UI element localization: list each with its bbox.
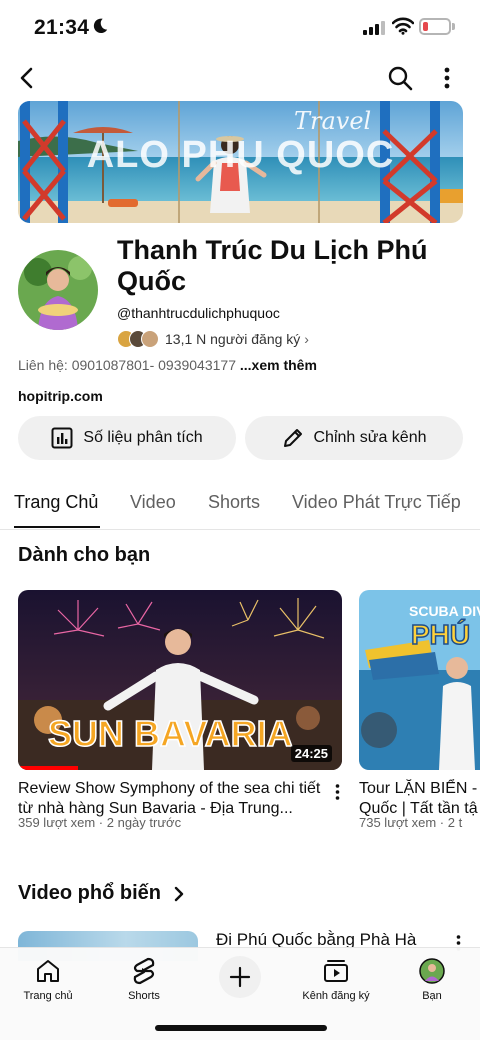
tab-shorts[interactable]: Shorts: [208, 492, 260, 513]
back-button[interactable]: [10, 58, 44, 98]
analytics-button[interactable]: Số liệu phân tích: [18, 416, 236, 460]
section-title-popular[interactable]: Video phổ biến: [18, 882, 187, 905]
thumbnail-text: PHÚ: [411, 619, 470, 650]
video-duration: 24:25: [290, 745, 332, 762]
chevron-right-icon: [174, 886, 184, 901]
analytics-label: Số liệu phân tích: [83, 429, 203, 446]
moon-icon: [93, 18, 108, 34]
back-icon: [20, 67, 33, 89]
subscriber-avatar-icon: [141, 330, 159, 348]
video-title[interactable]: Review Show Symphony of the sea chi tiết…: [18, 779, 324, 819]
edit-channel-button[interactable]: Chỉnh sửa kênh: [245, 416, 463, 460]
channel-name: Thanh Trúc Du Lịch Phú Quốc: [117, 235, 428, 296]
video-meta: 359 lượt xem · 2 ngày trước: [18, 815, 182, 830]
pencil-icon: [283, 429, 302, 447]
contact-text: Liên hệ: 0901087801- 0939043177: [18, 357, 236, 373]
channel-banner: ALO PHU QUOC Travel: [18, 101, 463, 223]
subscribers-row[interactable]: 13,1 N người đăng ký ›: [117, 329, 309, 349]
home-icon: [37, 960, 59, 982]
thumbnail-image: SUN BAVARIA: [18, 590, 342, 770]
shorts-icon: [133, 957, 155, 985]
search-button[interactable]: [382, 58, 418, 98]
tab-videos[interactable]: Video: [130, 492, 176, 513]
channel-description[interactable]: Liên hệ: 0901087801- 0939043177 ...xem t…: [18, 357, 317, 373]
more-vert-icon: [335, 784, 339, 800]
tab-home[interactable]: Trang Chủ: [14, 492, 98, 513]
video-title[interactable]: Tour LẶN BIỂN - Quốc | Tất tần tậ: [359, 779, 480, 819]
wifi-icon: [392, 17, 414, 35]
nav-you[interactable]: Bạn: [384, 956, 480, 1002]
popular-title: Video phổ biến: [18, 882, 161, 904]
thumbnail-text: SUN BAVARIA: [48, 713, 293, 754]
thumbnail-image: PHÚ SCUBA DIV: [359, 590, 480, 770]
search-icon: [388, 66, 413, 91]
home-indicator: [155, 1025, 327, 1031]
subscriber-avatars: [117, 329, 161, 349]
watch-progress-bar: [18, 766, 78, 770]
banner-tag: Travel: [294, 107, 372, 135]
status-bar: 21:34: [0, 0, 480, 56]
section-title-for-you: Dành cho bạn: [18, 544, 151, 566]
battery-icon: [419, 18, 451, 35]
signal-icon: [363, 21, 385, 35]
video-more-button[interactable]: [327, 780, 347, 804]
nav-you-label: Bạn: [422, 990, 442, 1002]
active-tab-indicator: [14, 526, 100, 528]
see-more-link[interactable]: ...xem thêm: [240, 357, 317, 373]
profile-avatar-icon: [419, 958, 445, 984]
edit-channel-label: Chỉnh sửa kênh: [313, 429, 427, 446]
video-meta: 735 lượt xem · 2 t: [359, 815, 463, 830]
video-thumbnail[interactable]: SUN BAVARIA 24:25: [18, 590, 342, 770]
more-vert-icon: [444, 67, 450, 89]
channel-website-link[interactable]: hopitrip.com: [18, 388, 103, 404]
nav-shorts-label: Shorts: [128, 990, 160, 1002]
channel-avatar[interactable]: [18, 250, 98, 330]
nav-home[interactable]: Trang chủ: [0, 956, 96, 1002]
nav-shorts[interactable]: Shorts: [96, 956, 192, 1002]
app-bar: [0, 58, 480, 98]
nav-subscriptions[interactable]: Kênh đăng ký: [288, 956, 384, 1002]
subscriptions-icon: [324, 960, 348, 982]
banner-title: ALO PHU QUOC: [86, 134, 395, 176]
analytics-icon: [51, 427, 73, 449]
channel-tabs: Trang Chủ Video Shorts Video Phát Trực T…: [0, 478, 480, 530]
thumbnail-tag: SCUBA DIV: [409, 603, 480, 619]
nav-home-label: Trang chủ: [23, 990, 73, 1002]
tab-live[interactable]: Video Phát Trực Tiếp: [292, 492, 461, 513]
status-time: 21:34: [34, 16, 90, 39]
create-button[interactable]: [219, 956, 261, 998]
nav-subscriptions-label: Kênh đăng ký: [302, 990, 370, 1002]
video-title-line: Tour LẶN BIỂN -: [359, 780, 478, 797]
subscriber-count: 13,1 N người đăng ký: [165, 331, 301, 347]
channel-handle: @thanhtrucdulichphuquoc: [117, 305, 280, 321]
add-icon: [229, 966, 251, 988]
video-thumbnail[interactable]: PHÚ SCUBA DIV: [359, 590, 480, 770]
chevron-right-icon: ›: [304, 331, 309, 347]
more-options-button[interactable]: [432, 58, 462, 98]
